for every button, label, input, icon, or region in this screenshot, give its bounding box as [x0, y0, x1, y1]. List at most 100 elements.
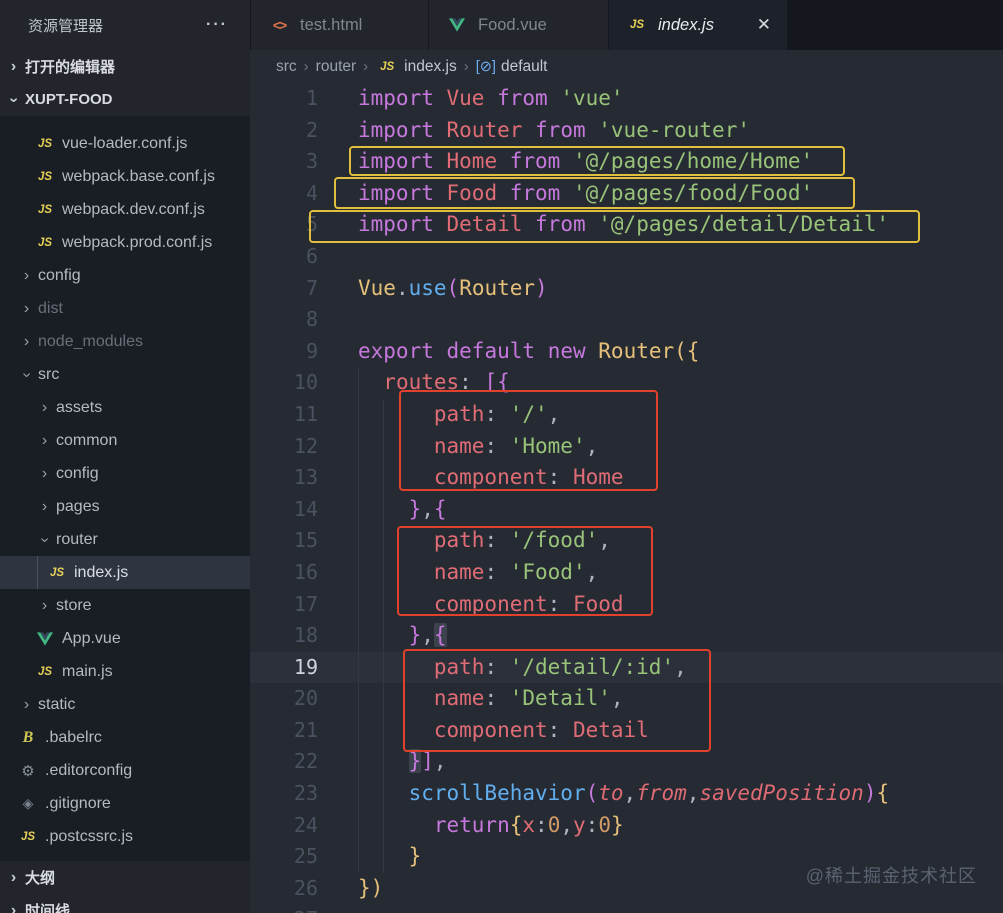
tree-item-config[interactable]: › config — [0, 259, 250, 292]
tab-index.js[interactable]: JS index.js ✕ — [609, 0, 788, 50]
tree-item-.babelrc[interactable]: B .babelrc — [0, 721, 250, 754]
js-icon: JS — [37, 170, 53, 183]
tree-item-config[interactable]: › config — [0, 457, 250, 490]
tree-item-dist[interactable]: › dist — [0, 292, 250, 325]
code-token: Router — [459, 275, 536, 300]
line-number: 9 — [305, 338, 318, 363]
html-icon: <> — [272, 17, 287, 33]
code-token: ( — [446, 275, 460, 300]
sidebar-section-大纲[interactable]: › 大纲 — [0, 861, 250, 894]
line-number: 12 — [293, 433, 318, 458]
code-line-14[interactable]: 14 },{ — [250, 493, 1003, 526]
close-icon[interactable]: ✕ — [757, 15, 771, 35]
more-actions-icon[interactable]: ··· — [206, 16, 228, 34]
code-line-9[interactable]: 9 export default new Router({ — [250, 336, 1003, 368]
code-line-19[interactable]: 19 path: '/detail/:id', — [250, 651, 1003, 684]
breadcrumb-item-index.js[interactable]: JS index.js — [375, 58, 457, 76]
tree-item-static[interactable]: › static — [0, 688, 250, 721]
code-line-1[interactable]: 1 import Vue from 'vue' — [250, 83, 1003, 115]
code-token: import — [358, 117, 434, 142]
code-line-10[interactable]: 10 routes: [{ — [250, 367, 1003, 399]
code-token: from — [636, 781, 687, 806]
code-token: Food — [446, 180, 498, 205]
sidebar-section-打开的编辑器[interactable]: › 打开的编辑器 — [0, 50, 250, 83]
code-line-16[interactable]: 16 name: 'Food', — [250, 556, 1003, 589]
code-token: Food — [572, 591, 624, 616]
code-token: Home — [446, 149, 498, 174]
code-line-27[interactable]: 27 — [250, 904, 1003, 913]
code-line-13[interactable]: 13 component: Home — [250, 462, 1003, 494]
code-line-4[interactable]: 4 import Food from '@/pages/food/Food' — [250, 178, 1003, 210]
code-line-11[interactable]: 11 path: '/', — [250, 398, 1003, 431]
sidebar-section-XUPT-FOOD[interactable]: › XUPT-FOOD — [0, 83, 250, 116]
code-token: 'Home' — [509, 433, 586, 458]
tree-item-vue-loader.conf.js[interactable]: JS vue-loader.conf.js — [0, 127, 250, 160]
tree-item-webpack.prod.conf.js[interactable]: JS webpack.prod.conf.js — [0, 226, 250, 259]
tree-item-label: webpack.dev.conf.js — [62, 200, 205, 218]
code-token: , — [686, 781, 700, 806]
code-editor[interactable]: 1 import Vue from 'vue' 2 import Router fro… — [250, 83, 1003, 913]
sidebar-section-时间线[interactable]: › 时间线 — [0, 894, 250, 913]
code-line-2[interactable]: 2 import Router from 'vue-router' — [250, 115, 1003, 147]
chevron-right-icon: › — [10, 57, 17, 75]
tree-item-store[interactable]: › store — [0, 589, 250, 622]
code-token: , — [421, 496, 434, 521]
line-number: 14 — [293, 496, 318, 521]
breadcrumb-item-src[interactable]: src — [276, 58, 297, 76]
code-line-24[interactable]: 24 return{x:0,y:0} — [250, 809, 1003, 842]
tree-item-index.js[interactable]: JS index.js — [0, 556, 250, 589]
code-token: , — [610, 686, 624, 711]
sidebar-bottom-sections: › 大纲 › 时间线 — [0, 861, 250, 913]
tree-item-.postcssrc.js[interactable]: JS .postcssrc.js — [0, 820, 250, 853]
indent-guide — [358, 556, 359, 589]
tab-test.html[interactable]: <> test.html — [251, 0, 429, 50]
indent-guide — [383, 746, 385, 779]
tree-item-.editorconfig[interactable]: ⚙ .editorconfig — [0, 754, 250, 787]
line-number: 15 — [293, 528, 318, 553]
code-line-15[interactable]: 15 path: '/food', — [250, 525, 1003, 557]
partial-file-row[interactable]: y — [0, 116, 250, 127]
code-token: Vue — [446, 86, 485, 110]
tree-item-App.vue[interactable]: App.vue — [0, 622, 250, 655]
line-number: 27 — [250, 904, 318, 913]
line-number: 24 — [293, 812, 318, 837]
tree-item-main.js[interactable]: JS main.js — [0, 655, 250, 688]
code-token: }) — [358, 875, 384, 900]
breadcrumb-item-router[interactable]: router — [316, 58, 357, 76]
code-line-22[interactable]: 22 }], — [250, 746, 1003, 779]
watermark: @稀土掘金技术社区 — [805, 866, 977, 886]
code-line-6[interactable]: 6 — [250, 241, 1003, 273]
code-line-12[interactable]: 12 name: 'Home', — [250, 430, 1003, 463]
babel-icon: B — [22, 728, 34, 746]
code-token: 'Detail' — [509, 686, 611, 711]
tree-item-webpack.dev.conf.js[interactable]: JS webpack.dev.conf.js — [0, 193, 250, 226]
code-token: 'vue-router' — [598, 117, 750, 142]
code-line-17[interactable]: 17 component: Food — [250, 588, 1003, 621]
tree-item-.gitignore[interactable]: ◈ .gitignore — [0, 787, 250, 820]
code-line-21[interactable]: 21 component: Detail — [250, 714, 1003, 747]
breadcrumb-item-default[interactable]: [⊘] default — [476, 58, 548, 76]
code-line-20[interactable]: 20 name: 'Detail', — [250, 683, 1003, 715]
code-line-8[interactable]: 8 — [250, 304, 1003, 336]
code-line-23[interactable]: 23 scrollBehavior(to,from,savedPosition)… — [250, 778, 1003, 810]
tree-item-assets[interactable]: › assets — [0, 391, 250, 424]
code-line-3[interactable]: 3 import Home from '@/pages/home/Home' — [250, 146, 1003, 178]
tree-item-node_modules[interactable]: › node_modules — [0, 325, 250, 358]
tree-item-pages[interactable]: › pages — [0, 490, 250, 523]
line-number: 26 — [293, 875, 318, 900]
tree-item-src[interactable]: › src — [0, 358, 250, 391]
tree-item-common[interactable]: › common — [0, 424, 250, 457]
code-line-5[interactable]: 5 import Detail from '@/pages/detail/Deta… — [250, 209, 1003, 241]
code-token: . — [395, 275, 409, 300]
code-line-18[interactable]: 18 },{ — [250, 620, 1003, 652]
tree-item-webpack.base.conf.js[interactable]: JS webpack.base.conf.js — [0, 160, 250, 193]
indent-guide — [358, 430, 359, 463]
code-token: x — [522, 812, 536, 837]
line-number: 8 — [305, 307, 318, 332]
code-line-7[interactable]: 7 Vue.use(Router) — [250, 273, 1003, 305]
tab-Food.vue[interactable]: Food.vue — [429, 0, 609, 50]
tree-item-router[interactable]: › router — [0, 523, 250, 556]
